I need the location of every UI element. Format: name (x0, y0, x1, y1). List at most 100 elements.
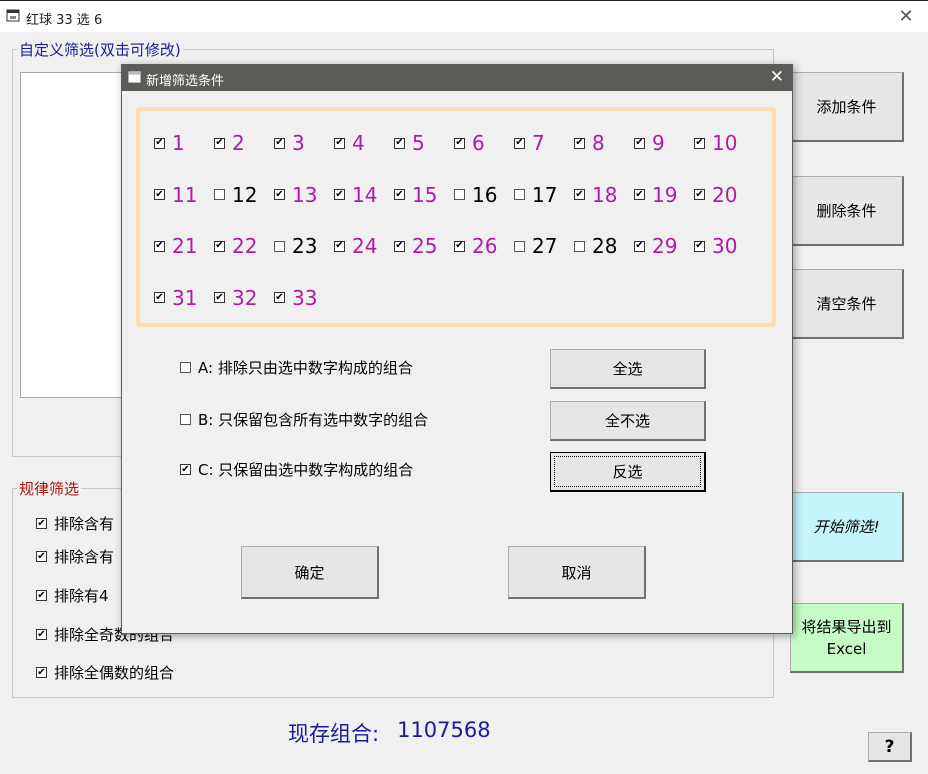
custom-filter-list[interactable] (20, 72, 126, 398)
select-none-button[interactable]: 全不选 (550, 401, 706, 441)
checkbox-icon[interactable]: ✔ (454, 240, 465, 252)
add-condition-button[interactable]: 添加条件 (790, 72, 904, 142)
rule-item-5[interactable]: ✔ 排除全偶数的组合 (36, 662, 174, 683)
number-checkbox[interactable]: ✔ 29 (634, 234, 677, 258)
option-c[interactable]: ✔ C: 只保留由选中数字构成的组合 (180, 459, 413, 480)
delete-condition-button[interactable]: 删除条件 (790, 176, 904, 246)
checkbox-icon[interactable]: ✔ (36, 590, 47, 601)
number-label: 3 (292, 131, 305, 155)
checkbox-icon[interactable]: ✔ (214, 137, 225, 149)
number-checkbox[interactable]: ✔ 21 (154, 234, 197, 258)
number-checkbox[interactable]: ✔ 5 (394, 131, 425, 155)
checkbox-icon[interactable] (274, 240, 285, 252)
number-checkbox[interactable]: ✔ 7 (514, 131, 545, 155)
checkbox-icon[interactable]: ✔ (694, 137, 705, 149)
export-excel-button[interactable]: 将结果导出到 Excel (790, 603, 904, 673)
checkbox-icon[interactable]: ✔ (154, 240, 165, 252)
checkbox-icon[interactable]: ✔ (394, 137, 405, 149)
checkbox-icon[interactable]: ✔ (574, 189, 585, 200)
number-checkbox[interactable]: ✔ 11 (154, 183, 197, 207)
number-checkbox[interactable]: 16 (454, 183, 497, 207)
number-checkbox[interactable]: ✔ 2 (214, 131, 245, 155)
number-checkbox[interactable]: ✔ 19 (634, 183, 677, 207)
number-checkbox[interactable]: ✔ 1 (154, 131, 185, 155)
checkbox-icon[interactable] (514, 240, 525, 252)
start-filter-button[interactable]: 开始筛选! (790, 492, 904, 562)
option-b[interactable]: B: 只保留包含所有选中数字的组合 (180, 409, 428, 430)
checkbox-icon[interactable] (574, 240, 585, 252)
checkbox-icon[interactable]: ✔ (634, 189, 645, 200)
number-label: 11 (172, 182, 198, 207)
checkbox-icon[interactable]: ✔ (334, 137, 345, 149)
number-checkbox[interactable]: ✔ 25 (394, 234, 437, 258)
number-checkbox[interactable]: ✔ 20 (694, 183, 737, 207)
checkbox-icon[interactable] (514, 189, 525, 200)
number-checkbox[interactable]: ✔ 33 (274, 286, 317, 310)
number-checkbox[interactable]: ✔ 30 (694, 234, 737, 258)
rule-item-2[interactable]: ✔ 排除含有 (36, 546, 114, 567)
checkbox-icon[interactable]: ✔ (154, 137, 165, 149)
checkbox-icon[interactable] (214, 189, 225, 200)
checkbox-icon[interactable]: ✔ (394, 240, 405, 252)
checkbox-icon[interactable]: ✔ (574, 137, 585, 149)
number-checkbox[interactable]: 17 (514, 183, 557, 207)
checkbox-icon[interactable]: ✔ (274, 189, 285, 200)
checkbox-icon[interactable]: ✔ (634, 240, 645, 252)
checkbox-icon[interactable]: ✔ (36, 518, 47, 529)
rule-item-3[interactable]: ✔ 排除有4 (36, 585, 109, 606)
checkbox-icon[interactable]: ✔ (154, 189, 165, 200)
checkbox-icon[interactable]: ✔ (454, 137, 465, 149)
checkbox-icon[interactable]: ✔ (394, 189, 405, 200)
clear-conditions-button[interactable]: 清空条件 (790, 269, 904, 339)
number-checkbox[interactable]: ✔ 15 (394, 183, 437, 207)
number-checkbox[interactable]: 27 (514, 234, 557, 258)
number-checkbox[interactable]: ✔ 14 (334, 183, 377, 207)
cancel-button[interactable]: 取消 (508, 546, 646, 599)
select-all-button[interactable]: 全选 (550, 349, 706, 389)
number-checkbox[interactable]: ✔ 4 (334, 131, 365, 155)
number-checkbox[interactable]: ✔ 10 (694, 131, 737, 155)
checkbox-icon[interactable]: ✔ (274, 137, 285, 149)
checkbox-icon[interactable]: ✔ (514, 137, 525, 149)
checkbox-icon[interactable]: ✔ (214, 240, 225, 252)
checkbox-icon[interactable]: ✔ (36, 667, 47, 678)
checkbox-icon[interactable] (180, 414, 191, 425)
number-checkbox[interactable]: ✔ 22 (214, 234, 257, 258)
number-checkbox[interactable]: 12 (214, 183, 257, 207)
number-checkbox[interactable]: ✔ 13 (274, 183, 317, 207)
checkbox-icon[interactable] (454, 189, 465, 200)
checkbox-icon[interactable]: ✔ (694, 240, 705, 252)
checkbox-icon[interactable]: ✔ (274, 292, 285, 303)
number-label: 20 (712, 182, 738, 207)
checkbox-icon[interactable]: ✔ (180, 464, 191, 475)
number-checkbox[interactable]: ✔ 18 (574, 183, 617, 207)
number-checkbox[interactable]: ✔ 24 (334, 234, 377, 258)
option-a[interactable]: A: 排除只由选中数字构成的组合 (180, 357, 413, 378)
checkbox-icon[interactable] (180, 362, 191, 373)
help-button[interactable]: ? (868, 732, 912, 762)
checkbox-icon[interactable]: ✔ (214, 292, 225, 303)
number-checkbox[interactable]: ✔ 26 (454, 234, 497, 258)
close-icon[interactable]: ✕ (892, 5, 920, 29)
ok-button[interactable]: 确定 (241, 546, 379, 599)
invert-selection-button[interactable]: 反选 (550, 452, 706, 492)
number-checkbox[interactable]: ✔ 3 (274, 131, 305, 155)
number-checkbox[interactable]: ✔ 31 (154, 286, 197, 310)
number-label: 21 (172, 234, 198, 258)
number-checkbox[interactable]: 23 (274, 234, 317, 258)
checkbox-icon[interactable]: ✔ (36, 551, 47, 562)
checkbox-icon[interactable]: ✔ (334, 240, 345, 252)
checkbox-icon[interactable]: ✔ (334, 189, 345, 200)
number-checkbox[interactable]: ✔ 8 (574, 131, 605, 155)
custom-filter-legend: 自定义筛选(双击可修改) (17, 39, 183, 60)
checkbox-icon[interactable]: ✔ (694, 189, 705, 200)
checkbox-icon[interactable]: ✔ (154, 292, 165, 303)
number-checkbox[interactable]: ✔ 32 (214, 286, 257, 310)
number-checkbox[interactable]: ✔ 9 (634, 131, 665, 155)
checkbox-icon[interactable]: ✔ (634, 137, 645, 149)
close-icon[interactable]: ✕ (770, 67, 784, 87)
checkbox-icon[interactable]: ✔ (36, 629, 47, 640)
number-checkbox[interactable]: ✔ 6 (454, 131, 485, 155)
number-checkbox[interactable]: 28 (574, 234, 617, 258)
rule-item-1[interactable]: ✔ 排除含有 (36, 513, 114, 534)
